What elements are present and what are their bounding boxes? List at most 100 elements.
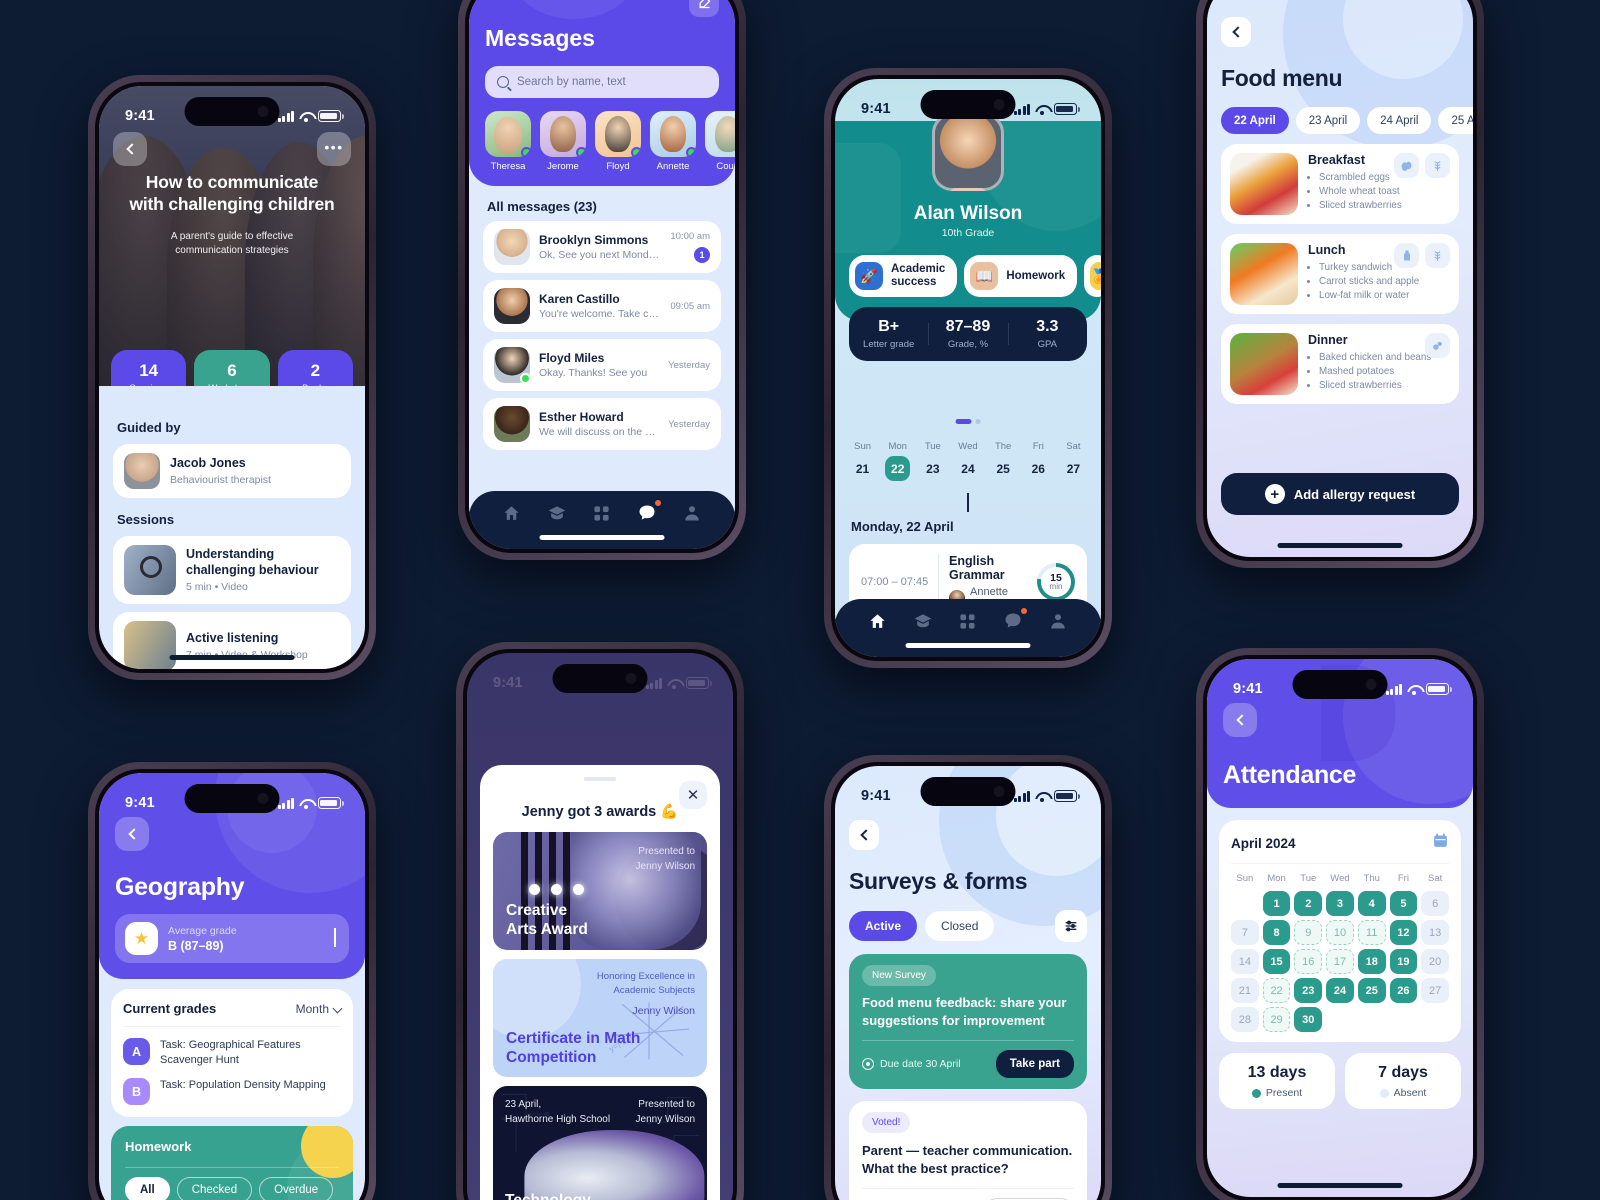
filter-overdue[interactable]: Overdue — [259, 1177, 334, 1200]
calendar-day-15[interactable]: 15 — [1262, 949, 1291, 974]
tab-apps[interactable] — [955, 608, 981, 634]
meal-card-dinner[interactable]: Dinner Baked chicken and beansMashed pot… — [1221, 324, 1459, 404]
sliders-icon[interactable] — [1055, 910, 1087, 942]
stat-sessions[interactable]: 14 Sessions — [111, 350, 187, 386]
filter-all[interactable]: All — [125, 1177, 170, 1200]
calendar-day-14[interactable]: 14 — [1231, 949, 1259, 974]
grade-row[interactable]: A Task: Geographical Features Scavenger … — [123, 1038, 341, 1067]
calendar-day-13[interactable]: 13 — [1421, 920, 1449, 945]
award-card-technology[interactable]: 23 April, Hawthorne High School Presented… — [493, 1086, 707, 1200]
calendar-day-24[interactable]: 24 — [1326, 978, 1354, 1003]
calendar-day-21[interactable]: 21 — [1231, 978, 1259, 1003]
meal-card-breakfast[interactable]: Breakfast Scrambled eggsWhole wheat toas… — [1221, 144, 1459, 224]
guide-card[interactable]: Jacob Jones Behaviourist therapist — [113, 444, 351, 498]
session-item[interactable]: Understanding challenging behaviour 5 mi… — [113, 536, 351, 604]
week-day-selected[interactable]: Mon 22 — [880, 441, 915, 481]
back-button[interactable] — [115, 817, 149, 851]
calendar-day-18[interactable]: 18 — [1357, 949, 1386, 974]
filter-checked[interactable]: Checked — [176, 1177, 253, 1200]
calendar-day-29[interactable]: 29 — [1262, 1007, 1291, 1032]
week-day[interactable]: Tue 23 — [915, 441, 950, 481]
close-icon[interactable]: ✕ — [679, 781, 707, 809]
calendar-day-1[interactable]: 1 — [1262, 891, 1291, 916]
calendar-day-19[interactable]: 19 — [1389, 949, 1418, 974]
tab-education[interactable] — [544, 500, 570, 526]
add-allergy-request-button[interactable]: + Add allergy request — [1221, 473, 1459, 515]
back-button[interactable] — [113, 132, 147, 166]
calendar-day-20[interactable]: 20 — [1421, 949, 1449, 974]
stat-workshops[interactable]: 6 Workshops — [194, 350, 270, 386]
session-item[interactable]: Active listening 7 min • Video & Worksho… — [113, 612, 351, 669]
calendar-day-30[interactable]: 30 — [1294, 1007, 1323, 1032]
calendar-day-7[interactable]: 7 — [1231, 920, 1259, 945]
take-part-button[interactable]: Take part — [995, 1050, 1074, 1079]
person-chip[interactable]: Court — [705, 111, 735, 172]
person-chip[interactable]: Jerome — [540, 111, 586, 172]
homework-filters[interactable]: All Checked Overdue — [125, 1177, 339, 1200]
student-quick-links[interactable]: 🚀 Academic success 📖 Homework 🏅 — [849, 255, 1101, 297]
week-day[interactable]: Wed 24 — [950, 441, 985, 481]
calendar-day-26[interactable]: 26 — [1389, 978, 1418, 1003]
message-thread[interactable]: Floyd Miles Okay. Thanks! See you Yesterd… — [483, 339, 721, 391]
survey-card-voted[interactable]: Voted! Parent — teacher communication. W… — [849, 1101, 1087, 1200]
week-day[interactable]: Sun 21 — [845, 441, 880, 481]
calendar-day-4[interactable]: 4 — [1357, 891, 1386, 916]
date-tab-25-april[interactable]: 25 April — [1438, 107, 1473, 134]
average-grade-card[interactable]: ★ Average grade B (87–89) — [115, 914, 349, 963]
grade-row[interactable]: B Task: Population Density Mapping — [123, 1078, 341, 1106]
calendar-icon[interactable] — [1432, 832, 1449, 854]
calendar-day-9[interactable]: 9 — [1294, 920, 1323, 945]
calendar-day-27[interactable]: 27 — [1421, 978, 1449, 1003]
people-strip[interactable]: Theresa Jerome Floyd Annette Court — [485, 111, 735, 172]
calendar-day-28[interactable]: 28 — [1231, 1007, 1259, 1032]
chip-homework[interactable]: 📖 Homework — [964, 255, 1078, 297]
date-tab-22-april[interactable]: 22 April — [1221, 107, 1289, 134]
chip-academic-success[interactable]: 🚀 Academic success — [849, 255, 958, 297]
bottom-tab-bar[interactable] — [469, 491, 735, 549]
award-card-creative-arts[interactable]: Presented to Jenny Wilson Creative Arts Aw… — [493, 832, 707, 950]
person-chip[interactable]: Theresa — [485, 111, 531, 172]
date-tab-24-april[interactable]: 24 April — [1367, 107, 1432, 134]
calendar-day-17[interactable]: 17 — [1326, 949, 1354, 974]
stat-books[interactable]: 2 Books — [277, 350, 353, 386]
message-thread[interactable]: Brooklyn Simmons Ok, See you next Monday!… — [483, 221, 721, 273]
back-button[interactable] — [1223, 703, 1257, 737]
week-day[interactable]: Sat 27 — [1056, 441, 1091, 481]
segment-active[interactable]: Active — [849, 911, 918, 941]
calendar-day-8[interactable]: 8 — [1262, 920, 1291, 945]
week-strip[interactable]: Sun 21 Mon 22 Tue 23 Wed 24 The 25 Fri 26 Sat 2… — [845, 441, 1091, 481]
back-button[interactable] — [1221, 17, 1251, 47]
calendar-day-5[interactable]: 5 — [1389, 891, 1418, 916]
calendar-day-11[interactable]: 11 — [1357, 920, 1386, 945]
calendar-grid[interactable]: Sun Mon Tue Wed Thu Fri Sat 1 2 3 4 5 6 7 8 9 10 1… — [1231, 873, 1449, 1032]
chip-next[interactable]: 🏅 — [1084, 255, 1101, 297]
meal-card-lunch[interactable]: Lunch Turkey sandwichCarrot sticks and a… — [1221, 234, 1459, 314]
tab-profile[interactable] — [679, 500, 705, 526]
bottom-tab-bar[interactable] — [835, 599, 1101, 657]
tab-apps[interactable] — [589, 500, 615, 526]
search-input[interactable]: Search by name, text — [485, 66, 719, 98]
tab-messages[interactable] — [634, 500, 662, 526]
calendar-day-23[interactable]: 23 — [1294, 978, 1323, 1003]
tab-messages[interactable] — [1000, 608, 1028, 634]
drag-handle[interactable] — [584, 777, 616, 781]
calendar-day-22[interactable]: 22 — [1262, 978, 1291, 1003]
tab-education[interactable] — [910, 608, 936, 634]
calendar-day-2[interactable]: 2 — [1294, 891, 1323, 916]
calendar-day-3[interactable]: 3 — [1326, 891, 1354, 916]
date-tab-23-april[interactable]: 23 April — [1295, 107, 1361, 134]
chevron-right-icon[interactable] — [334, 927, 339, 948]
tab-home[interactable] — [865, 608, 891, 634]
chevron-down-icon[interactable] — [967, 493, 969, 512]
calendar-day-25[interactable]: 25 — [1357, 978, 1386, 1003]
person-chip[interactable]: Floyd — [595, 111, 641, 172]
message-thread[interactable]: Karen Castillo You're welcome. Take care…… — [483, 280, 721, 332]
tab-profile[interactable] — [1045, 608, 1071, 634]
survey-card-new[interactable]: New Survey Food menu feedback: share you… — [849, 954, 1087, 1090]
survey-filter-segments[interactable]: Active Closed — [849, 910, 1087, 942]
calendar-day-16[interactable]: 16 — [1294, 949, 1323, 974]
week-day[interactable]: Fri 26 — [1021, 441, 1056, 481]
segment-closed[interactable]: Closed — [925, 911, 995, 941]
calendar-day-12[interactable]: 12 — [1389, 920, 1418, 945]
compose-icon[interactable] — [689, 0, 719, 17]
